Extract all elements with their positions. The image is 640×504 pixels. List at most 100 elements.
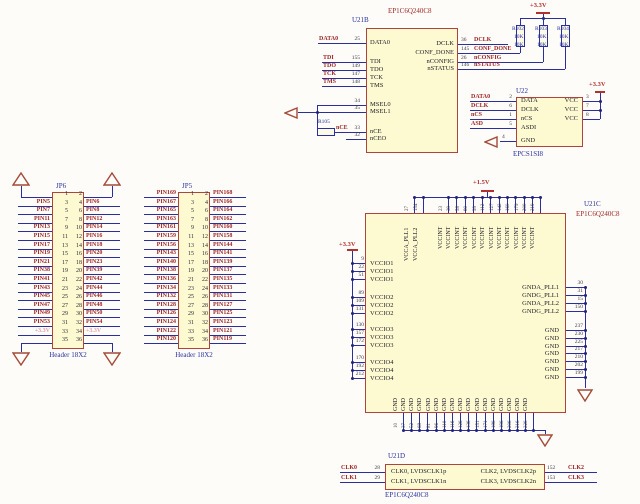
- pin-number: 136: [466, 421, 473, 429]
- net-label: DATA0: [319, 36, 338, 43]
- u21b-pin-wire: [458, 53, 520, 54]
- pin-number: 35: [344, 105, 360, 112]
- pin-name: VCCINT: [489, 227, 496, 249]
- pin-number: 147: [344, 71, 360, 78]
- junction-dot: [422, 196, 425, 199]
- u22-pin-wire: [470, 110, 516, 111]
- jp5-row-wire: [144, 197, 178, 198]
- pin-number: 10: [393, 423, 400, 428]
- ground-arrow-icon: [284, 106, 298, 124]
- net-label: PIN168: [213, 190, 253, 197]
- pin-name: VCCA_PLL1: [404, 228, 411, 261]
- header-pin-number: 36: [196, 337, 208, 344]
- pin-name: VCCIO3: [370, 342, 393, 349]
- header-pin-number: 14: [70, 243, 82, 250]
- net-label: PIN54: [86, 319, 126, 326]
- net-label: PIN166: [213, 199, 253, 206]
- header-pin-number: 15: [56, 251, 68, 258]
- junction-dot: [489, 196, 492, 199]
- header-pin-number: 34: [196, 329, 208, 336]
- ground-arrow-icon: [484, 135, 498, 153]
- u22-pin-wire: [583, 110, 600, 111]
- u21b-pin-wire: [458, 44, 508, 45]
- net-label: PIN161: [140, 224, 176, 231]
- pin-number: 25: [344, 36, 360, 43]
- header-pin-number: 19: [182, 268, 194, 275]
- pin-name: GNDG_PLL2: [495, 308, 559, 315]
- pin-name: VCCINT: [463, 227, 470, 249]
- header-pin-number: 1: [56, 191, 68, 198]
- header-pin-number: 9: [56, 225, 68, 232]
- pin-name: GND: [523, 398, 530, 411]
- pin-number: 237: [567, 323, 583, 330]
- header-pin-number: 18: [70, 260, 82, 267]
- junction-dot: [508, 429, 511, 432]
- pin-number: 150: [567, 304, 583, 311]
- header-pin-number: 23: [56, 286, 68, 293]
- net-label: PIN7: [14, 207, 50, 214]
- junction-dot: [516, 429, 519, 432]
- junction-dot: [467, 429, 470, 432]
- wire: [543, 18, 544, 25]
- net-label: PIN45: [14, 293, 50, 300]
- pin-number: 179: [514, 204, 521, 212]
- header-pin-number: 2: [70, 191, 82, 198]
- u21c-part: EP1C6Q240C8: [576, 211, 620, 218]
- jp6-row-wire: [84, 231, 120, 232]
- pin-number: 199: [567, 370, 583, 377]
- net-label: PIN122: [140, 328, 176, 335]
- net-label: PIN125: [213, 310, 253, 317]
- pin-name: DCLK: [521, 106, 539, 113]
- pin-number: 210: [567, 354, 583, 361]
- pin-name: GND: [521, 137, 535, 144]
- net-label: PIN124: [140, 319, 176, 326]
- header-pin-number: 17: [182, 260, 194, 267]
- pin-number: 110: [442, 421, 449, 428]
- wire: [298, 112, 317, 113]
- jp5-row-wire: [144, 300, 178, 301]
- junction-dot: [584, 352, 587, 355]
- pin-number: 2: [500, 94, 512, 101]
- net-label: PIN38: [14, 267, 50, 274]
- jp5-row-wire: [210, 326, 246, 327]
- u22-refdes: U22: [516, 88, 528, 95]
- pin-number: 196: [499, 421, 506, 429]
- resistor-value: 10K: [559, 34, 568, 41]
- jp6-row-wire: [18, 240, 52, 241]
- pin-number: 226: [523, 421, 530, 429]
- pin-name: GND: [495, 366, 559, 373]
- pin-name: VCCIO2: [370, 294, 393, 301]
- u22-pin-wire: [470, 128, 516, 129]
- pin-name: GND: [507, 398, 514, 411]
- pin-name: DCLK: [394, 40, 454, 47]
- pin-name: GND: [450, 398, 457, 411]
- header-pin-number: 27: [56, 303, 68, 310]
- net-label: +3.3V: [86, 328, 126, 335]
- u21d-part: EP1C6Q240C8: [385, 492, 429, 499]
- u21d-pin-wire: [545, 482, 597, 483]
- net-label: DCLK: [471, 103, 488, 110]
- u21d-pin-wire: [340, 472, 385, 473]
- pin-name: VCCIO1: [370, 276, 393, 283]
- header-pin-number: 7: [56, 217, 68, 224]
- net-label: nSTATUS: [474, 62, 500, 69]
- r105-refdes: R105: [318, 119, 330, 126]
- pin-number: 23: [438, 206, 445, 211]
- net-label: PIN158: [213, 233, 253, 240]
- junction-dot: [524, 429, 527, 432]
- pin-name: VCCINT: [522, 227, 529, 249]
- junction-dot: [316, 111, 319, 114]
- net-label: PIN137: [213, 267, 253, 274]
- jp5-row-wire: [144, 231, 178, 232]
- header-pin-number: 28: [196, 303, 208, 310]
- power-label: +3.3V: [589, 81, 606, 88]
- header-pin-number: 17: [56, 260, 68, 267]
- power-arrow-icon: [103, 172, 121, 191]
- net-label: PIN134: [140, 285, 176, 292]
- pin-name: GND: [393, 398, 400, 411]
- net-label: PIN144: [213, 242, 253, 249]
- resistor-refdes: R103: [535, 26, 547, 33]
- wire: [565, 18, 566, 25]
- u22-part: EPCS1SI8: [513, 151, 543, 158]
- header-pin-number: 24: [196, 286, 208, 293]
